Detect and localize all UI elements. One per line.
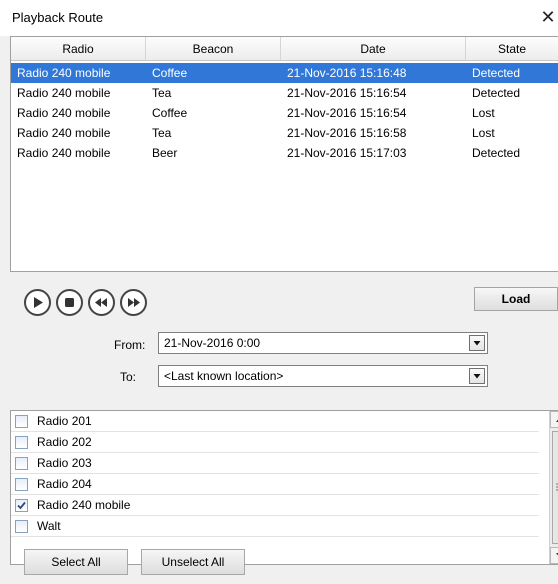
column-header-state[interactable]: State <box>466 37 558 61</box>
cell-radio: Radio 240 mobile <box>17 66 111 80</box>
cell-beacon: Coffee <box>152 106 188 120</box>
checkbox-checked[interactable] <box>15 499 28 512</box>
list-item[interactable]: Radio 201 <box>11 411 539 432</box>
list-item-label: Radio 202 <box>37 435 92 449</box>
from-label: From: <box>114 338 146 352</box>
cell-beacon: Tea <box>152 86 172 100</box>
checkbox[interactable] <box>15 478 28 491</box>
from-dropdown[interactable]: 21-Nov-2016 0:00 <box>158 332 488 354</box>
checkmark-icon <box>17 501 26 510</box>
list-item[interactable]: Radio 240 mobile <box>11 495 539 516</box>
list-item[interactable]: Radio 204 <box>11 474 539 495</box>
play-button[interactable] <box>24 289 51 316</box>
vertical-scrollbar[interactable] <box>549 411 558 564</box>
list-item[interactable]: Walt <box>11 516 539 537</box>
window-title: Playback Route <box>12 10 104 25</box>
list-item-label: Walt <box>37 519 61 533</box>
stop-icon <box>65 298 74 307</box>
cell-state: Detected <box>472 66 521 80</box>
list-item[interactable]: Radio 203 <box>11 453 539 474</box>
cell-date: 21-Nov-2016 15:17:03 <box>287 146 407 160</box>
list-item[interactable]: Radio 202 <box>11 432 539 453</box>
cell-radio: Radio 240 mobile <box>17 146 111 160</box>
stop-button[interactable] <box>56 289 83 316</box>
cell-state: Lost <box>472 126 495 140</box>
column-header-radio[interactable]: Radio <box>11 37 146 61</box>
scroll-down-icon[interactable] <box>550 547 558 564</box>
column-header-date[interactable]: Date <box>281 37 466 61</box>
cell-date: 21-Nov-2016 15:16:54 <box>287 86 407 100</box>
select-all-button[interactable]: Select All <box>24 549 128 575</box>
rewind-icon <box>95 298 107 307</box>
list-item-label: Radio 240 mobile <box>37 498 131 512</box>
checkbox[interactable] <box>15 520 28 533</box>
checkbox[interactable] <box>15 457 28 470</box>
cell-beacon: Tea <box>152 126 172 140</box>
scrollbar-thumb[interactable] <box>552 431 558 544</box>
to-label: To: <box>120 370 137 384</box>
list-item-label: Radio 203 <box>37 456 92 470</box>
scroll-up-icon[interactable] <box>550 411 558 428</box>
cell-state: Detected <box>472 146 521 160</box>
cell-date: 21-Nov-2016 15:16:58 <box>287 126 407 140</box>
cell-radio: Radio 240 mobile <box>17 86 111 100</box>
table-row[interactable]: Radio 240 mobile Coffee 21-Nov-2016 15:1… <box>11 103 558 123</box>
cell-beacon: Coffee <box>152 66 188 80</box>
cell-beacon: Beer <box>152 146 178 160</box>
cell-state: Detected <box>472 86 521 100</box>
fast-forward-icon <box>128 298 140 307</box>
events-table[interactable]: Radio Beacon Date State Radio 240 mobile… <box>10 36 558 272</box>
checkbox[interactable] <box>15 436 28 449</box>
play-icon <box>34 297 43 308</box>
to-dropdown[interactable]: <Last known location> <box>158 365 488 387</box>
load-button[interactable]: Load <box>474 287 558 311</box>
cell-radio: Radio 240 mobile <box>17 126 111 140</box>
table-row[interactable]: Radio 240 mobile Tea 21-Nov-2016 15:16:5… <box>11 83 558 103</box>
table-row[interactable]: Radio 240 mobile Tea 21-Nov-2016 15:16:5… <box>11 123 558 143</box>
unselect-all-button[interactable]: Unselect All <box>141 549 245 575</box>
checkbox[interactable] <box>15 415 28 428</box>
rewind-button[interactable] <box>88 289 115 316</box>
cell-radio: Radio 240 mobile <box>17 106 111 120</box>
column-header-beacon[interactable]: Beacon <box>146 37 281 61</box>
radio-list[interactable]: Radio 201 Radio 202 Radio 203 Radio 204 … <box>10 410 558 565</box>
close-icon[interactable]: ✕ <box>538 6 558 28</box>
from-value: 21-Nov-2016 0:00 <box>164 336 261 350</box>
cell-date: 21-Nov-2016 15:16:54 <box>287 106 407 120</box>
list-item-label: Radio 204 <box>37 477 92 491</box>
list-item-label: Radio 201 <box>37 414 92 428</box>
cell-state: Lost <box>472 106 495 120</box>
fast-forward-button[interactable] <box>120 289 147 316</box>
chevron-down-icon[interactable] <box>469 335 485 351</box>
cell-date: 21-Nov-2016 15:16:48 <box>287 66 407 80</box>
chevron-down-icon[interactable] <box>469 368 485 384</box>
title-bar: Playback Route ✕ <box>0 0 558 36</box>
table-row[interactable]: Radio 240 mobile Coffee 21-Nov-2016 15:1… <box>11 63 558 83</box>
table-row[interactable]: Radio 240 mobile Beer 21-Nov-2016 15:17:… <box>11 143 558 163</box>
to-value: <Last known location> <box>164 369 284 383</box>
